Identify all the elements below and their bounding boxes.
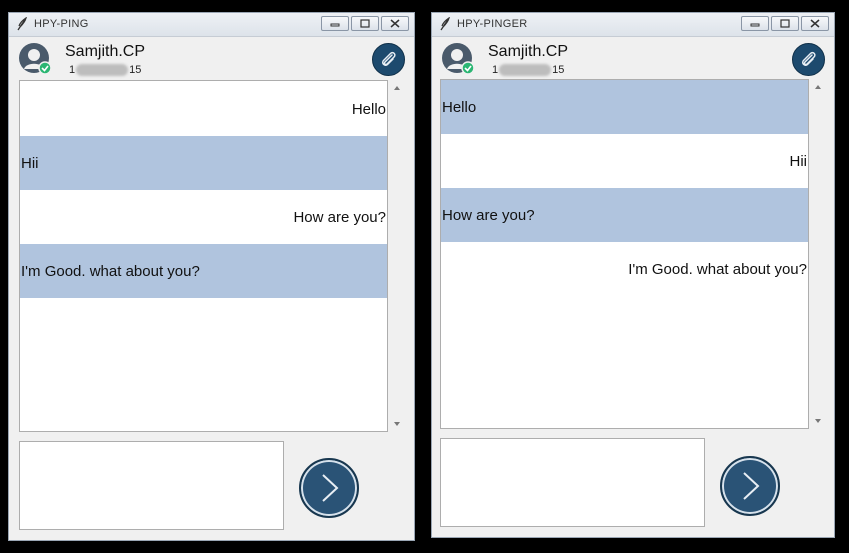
message-text: I'm Good. what about you? [21,262,200,280]
message-text: I'm Good. what about you? [628,260,807,278]
close-icon [810,19,820,28]
send-button[interactable] [720,456,780,516]
message-item: Hello [20,82,387,136]
contact-id: 1 15 [492,64,565,77]
maximize-button[interactable] [771,16,799,31]
attach-button[interactable] [792,43,825,76]
paperclip-icon [801,51,816,67]
scrollbar[interactable] [390,80,407,432]
window-title: HPY-PING [34,18,89,30]
feather-icon [440,17,450,31]
message-list[interactable]: Hello Hii How are you? I'm Good. what ab… [440,79,809,429]
message-item: How are you? [441,188,808,242]
scrollbar[interactable] [811,79,828,429]
message-item: Hello [441,80,808,134]
minimize-icon [330,23,340,27]
avatar-icon [442,43,474,75]
avatar-icon [19,43,51,75]
redacted-block [499,64,552,77]
scroll-down-arrow-icon[interactable] [394,422,400,426]
contact-name: Samjith.CP [488,43,569,60]
paperclip-icon [381,51,396,67]
online-check-icon [461,61,474,75]
close-button[interactable] [801,16,829,31]
contact-name: Samjith.CP [65,43,146,60]
message-item: Hii [20,136,387,190]
send-button[interactable] [299,458,359,518]
chevron-right-icon [322,474,339,502]
message-input[interactable] [19,441,284,530]
online-check-icon [38,61,51,75]
attach-button[interactable] [372,43,405,76]
scroll-up-arrow-icon[interactable] [394,86,400,90]
maximize-icon [360,19,370,28]
message-item: I'm Good. what about you? [20,244,387,298]
maximize-button[interactable] [351,16,379,31]
chevron-right-icon [743,472,760,500]
message-text: Hello [351,100,386,118]
message-item: I'm Good. what about you? [441,242,808,296]
title-bar[interactable]: HPY-PINGER [432,13,834,37]
message-text: How are you? [442,206,535,224]
minimize-button[interactable] [321,16,349,31]
message-input[interactable] [440,438,705,527]
chat-window-ping: HPY-PING Samjith.CP 1 15 Hello Hii How a… [8,12,415,541]
message-text: How are you? [293,208,386,226]
redacted-block [76,64,129,77]
message-list[interactable]: Hello Hii How are you? I'm Good. what ab… [19,80,388,432]
chat-window-pinger: HPY-PINGER Samjith.CP 1 15 Hello Hii How… [431,12,835,538]
scroll-down-arrow-icon[interactable] [815,419,821,423]
contact-id: 1 15 [69,64,142,77]
close-button[interactable] [381,16,409,31]
message-item: Hii [441,134,808,188]
message-item: How are you? [20,190,387,244]
scroll-up-arrow-icon[interactable] [815,85,821,89]
message-text: Hello [442,98,477,116]
message-text: Hii [21,154,39,172]
window-title: HPY-PINGER [457,18,528,30]
message-text: Hii [789,152,808,170]
title-bar[interactable]: HPY-PING [9,13,414,37]
maximize-icon [780,19,790,28]
minimize-icon [750,23,760,27]
close-icon [390,19,400,28]
feather-icon [17,17,27,31]
minimize-button[interactable] [741,16,769,31]
